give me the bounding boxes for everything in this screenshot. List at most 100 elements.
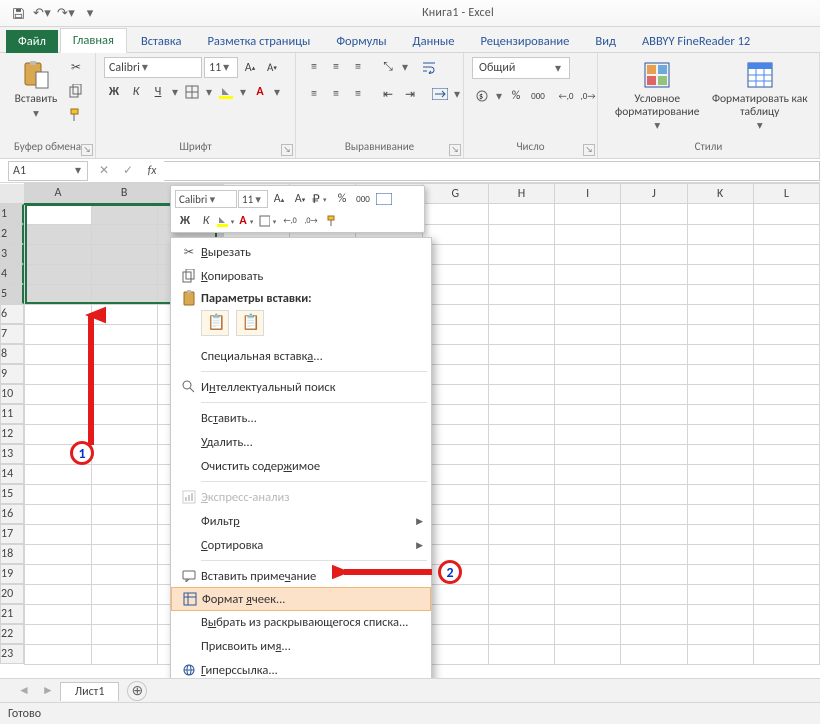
sheet-nav-next[interactable]: ► <box>36 683 60 698</box>
cell-K2[interactable] <box>687 224 753 244</box>
cell-G21[interactable] <box>422 604 488 624</box>
alignment-dialog-launcher[interactable]: ↘ <box>449 144 461 156</box>
ctx-paste-special[interactable]: Специальная вставка... <box>171 344 431 368</box>
cell-H21[interactable] <box>488 604 554 624</box>
orientation-icon[interactable]: ⤡ <box>378 57 398 77</box>
cell-L4[interactable] <box>753 264 819 284</box>
col-header-L[interactable]: L <box>753 184 819 204</box>
ctx-filter[interactable]: Фильтр▶ <box>171 509 431 533</box>
cell-J10[interactable] <box>621 384 687 404</box>
cell-G2[interactable] <box>422 224 488 244</box>
row-header-1[interactable]: 1 <box>0 204 24 224</box>
cell-J13[interactable] <box>621 444 687 464</box>
row-header-2[interactable]: 2 <box>0 224 24 244</box>
cell-I12[interactable] <box>555 424 621 444</box>
increase-decimal-icon[interactable]: ←,0 <box>556 86 576 106</box>
cell-B21[interactable] <box>91 604 157 624</box>
row-header-22[interactable]: 22 <box>0 624 24 644</box>
cell-G17[interactable] <box>422 524 488 544</box>
mini-fill-color-icon[interactable]: ▾ <box>217 212 237 230</box>
cell-K21[interactable] <box>687 604 753 624</box>
conditional-formatting-button[interactable]: Условное форматирование▾ <box>606 57 709 133</box>
row-header-20[interactable]: 20 <box>0 584 24 604</box>
cell-A5[interactable] <box>25 284 91 304</box>
format-painter-icon[interactable] <box>66 105 86 125</box>
cell-L14[interactable] <box>753 464 819 484</box>
cell-G11[interactable] <box>422 404 488 424</box>
cell-G22[interactable] <box>422 624 488 644</box>
paste-button[interactable]: Вставить ▾ <box>8 57 64 120</box>
accounting-format-icon[interactable]: $ <box>472 86 492 106</box>
cell-K3[interactable] <box>687 244 753 264</box>
cell-I23[interactable] <box>555 644 621 664</box>
ctx-insert[interactable]: Вставить... <box>171 406 431 430</box>
ctx-copy[interactable]: Копировать <box>171 264 431 288</box>
cell-H22[interactable] <box>488 624 554 644</box>
bold-button[interactable]: Ж <box>104 82 124 102</box>
cell-A2[interactable] <box>25 224 91 244</box>
row-header-15[interactable]: 15 <box>0 484 24 504</box>
cell-L18[interactable] <box>753 544 819 564</box>
cell-B17[interactable] <box>91 524 157 544</box>
cell-B4[interactable] <box>91 264 157 284</box>
cell-B15[interactable] <box>91 484 157 504</box>
cell-H18[interactable] <box>488 544 554 564</box>
cell-H1[interactable] <box>488 204 554 225</box>
cell-G15[interactable] <box>422 484 488 504</box>
sheet-nav-prev[interactable]: ◄ <box>12 683 36 698</box>
col-header-H[interactable]: H <box>488 184 554 204</box>
tab-formulas[interactable]: Формулы <box>324 30 398 53</box>
cell-H17[interactable] <box>488 524 554 544</box>
cell-B1[interactable] <box>91 204 157 225</box>
cell-I17[interactable] <box>555 524 621 544</box>
cell-I21[interactable] <box>555 604 621 624</box>
clipboard-dialog-launcher[interactable]: ↘ <box>81 144 93 156</box>
ctx-smart-lookup[interactable]: Интеллектуальный поиск <box>171 375 431 399</box>
cell-G9[interactable] <box>422 364 488 384</box>
cell-G13[interactable] <box>422 444 488 464</box>
font-size-select[interactable]: 11▾ <box>204 57 238 78</box>
cell-B3[interactable] <box>91 244 157 264</box>
underline-button[interactable]: Ч <box>148 82 168 102</box>
mini-increase-font-icon[interactable]: A▴ <box>269 190 289 208</box>
row-header-12[interactable]: 12 <box>0 424 24 444</box>
cell-J21[interactable] <box>621 604 687 624</box>
cell-G10[interactable] <box>422 384 488 404</box>
align-right-icon[interactable]: ≡ <box>348 84 368 104</box>
mini-font-select[interactable]: Calibri▾ <box>175 190 237 208</box>
ctx-pick-from-list[interactable]: Выбрать из раскрывающегося списка... <box>171 610 431 634</box>
cell-I22[interactable] <box>555 624 621 644</box>
cell-H5[interactable] <box>488 284 554 304</box>
row-header-18[interactable]: 18 <box>0 544 24 564</box>
select-all-corner[interactable] <box>0 184 25 204</box>
cell-G6[interactable] <box>422 304 488 324</box>
cell-K7[interactable] <box>687 324 753 344</box>
add-sheet-button[interactable]: ⊕ <box>127 681 147 701</box>
cell-G7[interactable] <box>422 324 488 344</box>
qat-customize-icon[interactable]: ▾ <box>81 4 99 22</box>
cell-J2[interactable] <box>621 224 687 244</box>
cut-icon[interactable]: ✂ <box>66 57 86 77</box>
formula-input[interactable] <box>164 161 820 181</box>
cell-K19[interactable] <box>687 564 753 584</box>
cell-B2[interactable] <box>91 224 157 244</box>
cell-A21[interactable] <box>25 604 91 624</box>
cell-J8[interactable] <box>621 344 687 364</box>
cell-H19[interactable] <box>488 564 554 584</box>
cell-B16[interactable] <box>91 504 157 524</box>
cell-J22[interactable] <box>621 624 687 644</box>
cell-J4[interactable] <box>621 264 687 284</box>
cell-J14[interactable] <box>621 464 687 484</box>
fx-icon[interactable]: fx <box>140 160 164 182</box>
cell-A15[interactable] <box>25 484 91 504</box>
ctx-delete[interactable]: Удалить... <box>171 430 431 454</box>
cell-K13[interactable] <box>687 444 753 464</box>
row-header-7[interactable]: 7 <box>0 324 24 344</box>
cell-K15[interactable] <box>687 484 753 504</box>
name-box[interactable]: A1▾ <box>8 161 88 181</box>
cell-H6[interactable] <box>488 304 554 324</box>
cell-J11[interactable] <box>621 404 687 424</box>
align-left-icon[interactable]: ≡ <box>304 84 324 104</box>
worksheet[interactable]: ABCDEFGHIJKL1234567891011121314151617181… <box>0 183 820 678</box>
decrease-indent-icon[interactable]: ⇤ <box>378 84 398 104</box>
